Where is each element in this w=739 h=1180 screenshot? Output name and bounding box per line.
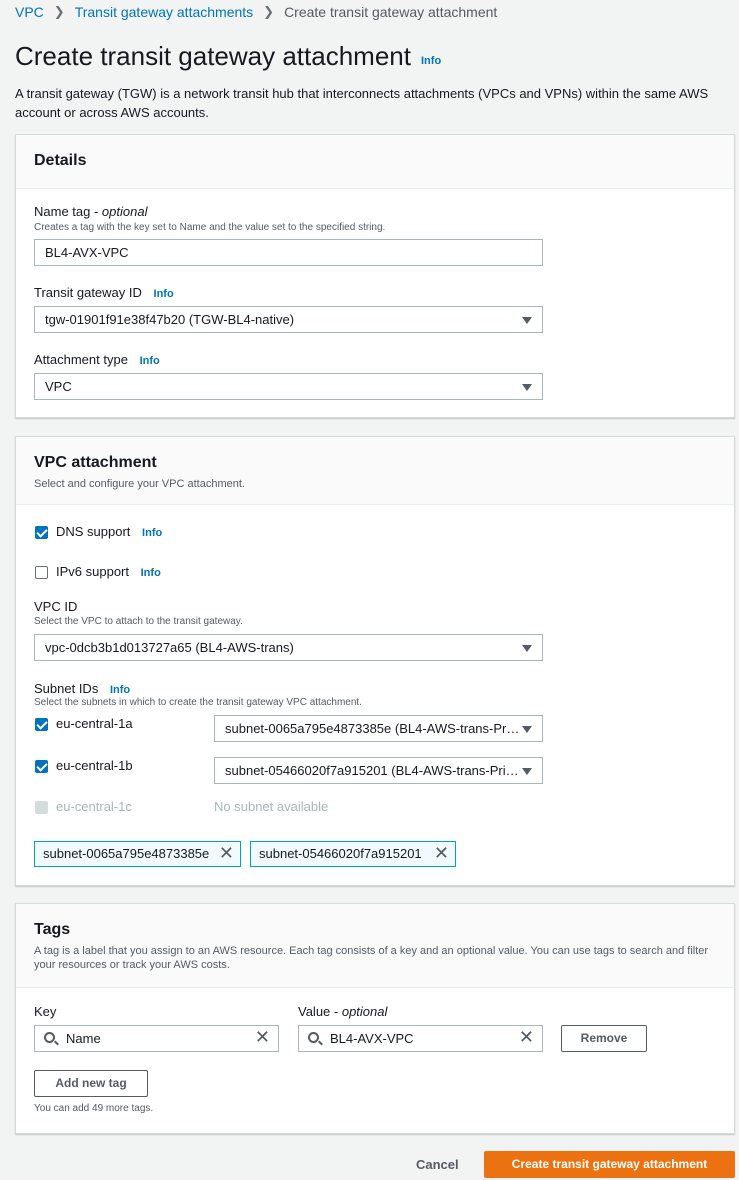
subnet-ids-hint: Select the subnets in which to create th…: [34, 697, 362, 708]
search-icon: [44, 1032, 55, 1043]
tags-heading: Tags: [34, 921, 71, 938]
page-title: Create transit gateway attachment: [15, 41, 411, 71]
subnet-ids-label: Subnet IDs Info: [34, 681, 131, 696]
name-tag-hint: Creates a tag with the key set to Name a…: [34, 222, 386, 233]
dns-info-link[interactable]: Info: [142, 527, 162, 539]
tags-subtitle: A tag is a label that you assign to an A…: [34, 945, 709, 971]
breadcrumb: VPC ❯ Transit gateway attachments ❯ Crea…: [15, 4, 497, 20]
name-tag-input[interactable]: BL4-AVX-VPC: [34, 239, 543, 266]
subnet-token: subnet-0065a795e4873385e ✕: [34, 841, 241, 867]
caret-down-icon: [522, 645, 532, 652]
breadcrumb-tgw-attachments[interactable]: Transit gateway attachments: [75, 4, 253, 20]
vpc-id-label: VPC ID: [34, 599, 78, 614]
subnet-az-1a-label: eu-central-1a: [56, 716, 133, 731]
subnet-az-1c-label: eu-central-1c: [56, 799, 132, 814]
vpc-id-select[interactable]: vpc-0dcb3b1d013727a65 (BL4-AWS-trans): [34, 634, 543, 661]
subnet-az-1a-checkbox[interactable]: [35, 718, 48, 731]
attachment-type-select[interactable]: VPC: [34, 373, 543, 400]
caret-down-icon: [522, 768, 532, 775]
details-header: Details: [16, 135, 734, 189]
vpc-attachment-heading: VPC attachment: [34, 454, 157, 471]
close-icon[interactable]: ✕: [219, 843, 234, 864]
tgw-info-link[interactable]: Info: [154, 288, 174, 300]
remove-tag-button[interactable]: Remove: [561, 1025, 647, 1052]
create-attachment-button[interactable]: Create transit gateway attachment: [484, 1151, 735, 1178]
page-description: A transit gateway (TGW) is a network tra…: [15, 86, 709, 120]
tag-key-label: Key: [34, 1004, 57, 1019]
subnet-az-1c-checkbox: [35, 801, 48, 814]
cancel-button[interactable]: Cancel: [416, 1157, 459, 1172]
subnet-az-1b-checkbox[interactable]: [35, 760, 48, 773]
subnet-az-1b-label: eu-central-1b: [56, 758, 133, 773]
close-icon[interactable]: ✕: [434, 843, 449, 864]
dns-support-checkbox[interactable]: [35, 526, 48, 539]
ipv6-support-label: IPv6 support Info: [56, 564, 161, 579]
type-info-link[interactable]: Info: [140, 355, 160, 367]
tags-panel: Tags A tag is a label that you assign to…: [15, 903, 735, 1134]
vpc-attachment-header: VPC attachment Select and configure your…: [16, 437, 734, 505]
chevron-right-icon: ❯: [263, 4, 275, 19]
attachment-type-label: Attachment type Info: [34, 352, 160, 367]
name-tag-label: Name tag - optional: [34, 204, 148, 219]
breadcrumb-current: Create transit gateway attachment: [284, 4, 498, 20]
caret-down-icon: [522, 317, 532, 324]
vpc-attachment-panel: VPC attachment Select and configure your…: [15, 436, 735, 886]
dns-support-label: DNS support Info: [56, 524, 163, 539]
chevron-right-icon: ❯: [53, 4, 65, 19]
subnet-info-link[interactable]: Info: [110, 684, 130, 696]
subnet-1b-select[interactable]: subnet-05466020f7a915201 (BL4-AWS-trans-…: [214, 757, 543, 784]
caret-down-icon: [522, 384, 532, 391]
add-new-tag-button[interactable]: Add new tag: [34, 1070, 148, 1097]
page-info-link[interactable]: Info: [421, 55, 441, 67]
no-subnet-text: No subnet available: [214, 799, 329, 814]
subnet-token: subnet-05466020f7a915201 ✕: [250, 841, 456, 867]
tag-value-label: Value - optional: [298, 1004, 388, 1019]
ipv6-info-link[interactable]: Info: [141, 567, 161, 579]
vpc-attachment-subtitle: Select and configure your VPC attachment…: [34, 478, 245, 490]
search-icon: [308, 1032, 319, 1043]
tag-value-input[interactable]: BL4-AVX-VPC ✕: [298, 1025, 543, 1052]
breadcrumb-vpc[interactable]: VPC: [15, 4, 44, 20]
tgw-id-select[interactable]: tgw-01901f91e38f47b20 (TGW-BL4-native): [34, 306, 543, 333]
close-icon[interactable]: ✕: [255, 1027, 270, 1048]
vpc-id-hint: Select the VPC to attach to the transit …: [34, 616, 243, 627]
close-icon[interactable]: ✕: [519, 1027, 534, 1048]
details-panel: Details Name tag - optional Creates a ta…: [15, 134, 735, 418]
tags-header: Tags A tag is a label that you assign to…: [16, 904, 734, 988]
caret-down-icon: [522, 726, 532, 733]
subnet-1a-select[interactable]: subnet-0065a795e4873385e (BL4-AWS-trans-…: [214, 715, 543, 742]
details-heading: Details: [34, 152, 87, 169]
ipv6-support-checkbox[interactable]: [35, 566, 48, 579]
tag-key-input[interactable]: Name ✕: [34, 1025, 279, 1052]
tags-remaining: You can add 49 more tags.: [34, 1103, 154, 1114]
tgw-id-label: Transit gateway ID Info: [34, 285, 174, 300]
